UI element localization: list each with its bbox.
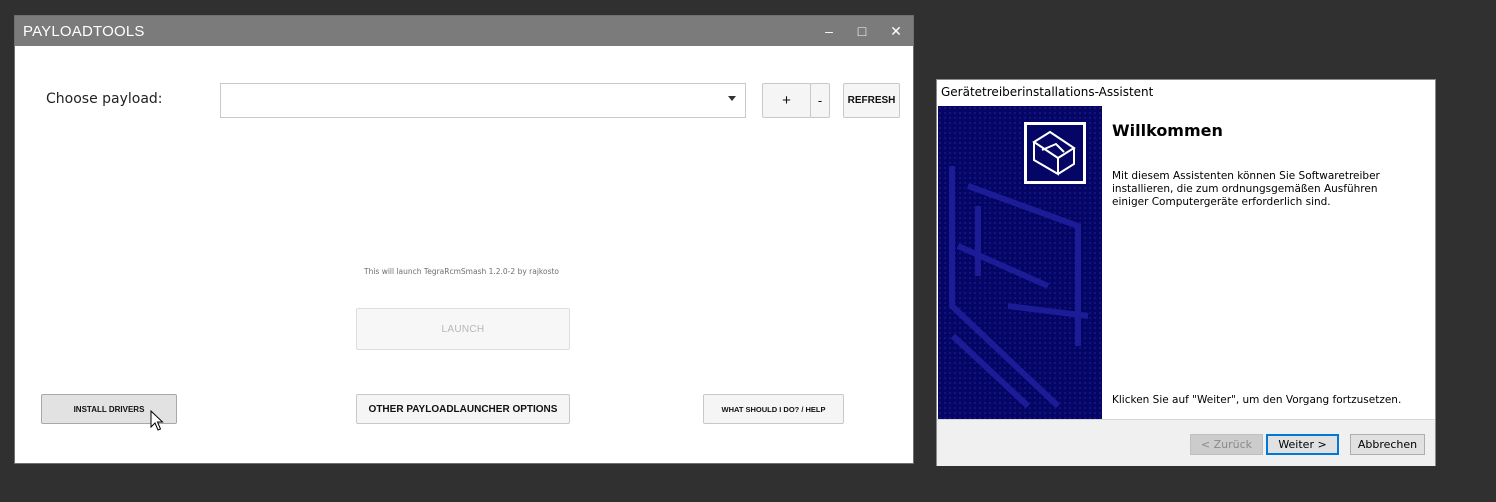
remove-payload-button[interactable]: -: [810, 83, 830, 118]
wizard-banner-image: [938, 106, 1102, 419]
choose-payload-label: Choose payload:: [46, 91, 163, 107]
help-button[interactable]: WHAT SHOULD I DO? / HELP: [703, 394, 844, 424]
wizard-footer: < Zurück Weiter > Abbrechen: [937, 419, 1435, 466]
wizard-title: Gerätetreiberinstallations-Assistent: [941, 85, 1154, 99]
payload-dropdown[interactable]: [220, 83, 746, 118]
title-bar[interactable]: PAYLOADTOOLS – □ ✕: [15, 16, 913, 46]
cancel-button[interactable]: Abbrechen: [1350, 434, 1425, 455]
close-icon[interactable]: ✕: [879, 16, 913, 46]
minimize-icon[interactable]: –: [812, 16, 846, 46]
next-button[interactable]: Weiter >: [1266, 434, 1339, 455]
refresh-button[interactable]: REFRESH: [843, 83, 900, 118]
launch-button[interactable]: LAUNCH: [356, 308, 570, 350]
back-button[interactable]: < Zurück: [1190, 434, 1263, 455]
wizard-continue-text: Klicken Sie auf "Weiter", um den Vorgang…: [1112, 394, 1402, 406]
other-options-button[interactable]: OTHER PAYLOADLAUNCHER OPTIONS: [356, 394, 570, 424]
driver-wizard-window: Gerätetreiberinstallations-Assistent Wil…: [936, 79, 1436, 466]
dropdown-arrow-icon: [728, 96, 736, 101]
payloadtools-window: PAYLOADTOOLS – □ ✕ Choose payload: + - R…: [14, 15, 914, 464]
wizard-heading: Willkommen: [1112, 121, 1223, 140]
add-payload-button[interactable]: +: [762, 83, 811, 118]
wizard-description: Mit diesem Assistenten können Sie Softwa…: [1112, 170, 1380, 208]
window-title: PAYLOADTOOLS: [23, 23, 145, 40]
mouse-cursor-icon: [150, 410, 164, 431]
launch-info-text: This will launch TegraRcmSmash 1.2.0-2 b…: [363, 267, 560, 276]
maximize-icon[interactable]: □: [845, 16, 879, 46]
